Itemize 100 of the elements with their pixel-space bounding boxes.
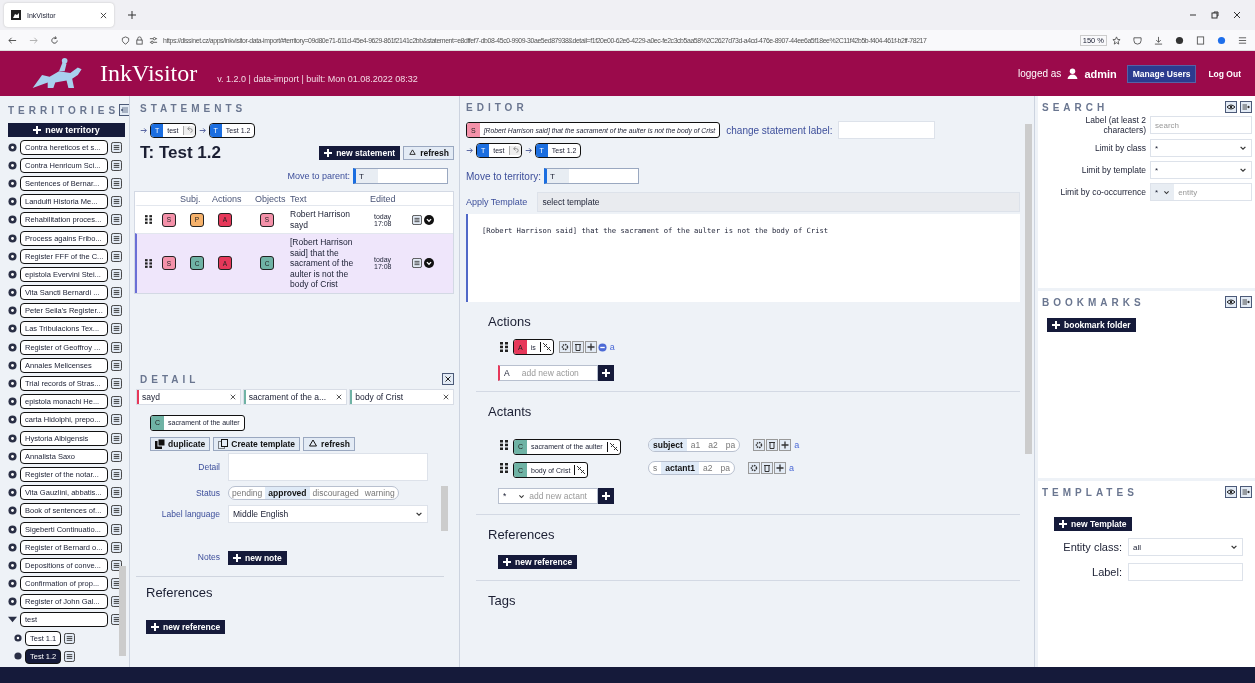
new-reference-button[interactable]: new reference	[146, 619, 226, 634]
position-option[interactable]: s	[649, 462, 662, 475]
drag-handle-icon[interactable]	[500, 463, 508, 474]
co-occurrence-field[interactable]: * entity	[1150, 183, 1252, 201]
collapsed-circle-icon[interactable]	[8, 506, 17, 516]
new-reference-button[interactable]: new reference	[498, 555, 578, 569]
unlink-icon[interactable]	[574, 465, 588, 475]
document-icon[interactable]	[111, 341, 122, 353]
collapsed-circle-icon[interactable]	[8, 469, 17, 479]
collapse-panel-icon[interactable]	[1240, 101, 1252, 113]
chevron-down-icon[interactable]	[1163, 188, 1171, 196]
collapsed-circle-icon[interactable]	[8, 379, 17, 389]
class-select[interactable]: *	[1150, 139, 1252, 157]
collapsed-circle-icon[interactable]	[8, 433, 17, 443]
close-icon[interactable]	[1233, 11, 1241, 19]
template-select[interactable]: *	[1150, 161, 1252, 179]
collapsed-circle-icon[interactable]	[8, 397, 17, 407]
document-icon[interactable]	[111, 541, 122, 553]
expand-circle-icon[interactable]	[424, 214, 434, 225]
minus-circle-icon[interactable]	[597, 342, 607, 352]
plus-icon[interactable]	[779, 438, 792, 451]
drag-handle-icon[interactable]	[145, 215, 152, 224]
pocket-icon[interactable]	[1133, 35, 1142, 45]
add-action-field[interactable]: A add new action	[498, 365, 598, 381]
document-icon[interactable]	[111, 523, 122, 535]
scrollbar[interactable]	[1025, 124, 1032, 454]
back-icon[interactable]	[8, 35, 17, 45]
close-icon[interactable]	[442, 373, 454, 385]
territory-field[interactable]: T	[544, 168, 640, 184]
account-icon[interactable]	[1217, 35, 1226, 45]
collapsed-circle-icon[interactable]	[8, 360, 17, 370]
settings-icon[interactable]	[149, 35, 158, 45]
collapsed-circle-icon[interactable]	[8, 215, 17, 225]
document-icon[interactable]	[111, 414, 122, 426]
add-button[interactable]	[598, 488, 614, 504]
document-icon[interactable]	[111, 196, 122, 208]
collapse-panel-icon[interactable]	[1240, 486, 1252, 498]
menu-icon[interactable]	[1238, 35, 1247, 45]
user-name[interactable]: admin	[1084, 67, 1117, 80]
position-option[interactable]: pa	[721, 438, 740, 451]
close-icon[interactable]	[229, 394, 236, 400]
lock-icon[interactable]	[135, 35, 144, 45]
extension-icon[interactable]	[1175, 35, 1184, 45]
scrollbar[interactable]	[119, 566, 126, 656]
position-option[interactable]: a2	[699, 462, 717, 475]
header-button[interactable]: Manage Users	[1126, 64, 1197, 83]
bookmark-folder-button[interactable]: bookmark folder	[1047, 318, 1136, 332]
collapsed-circle-icon[interactable]	[8, 597, 17, 607]
document-icon[interactable]	[412, 214, 422, 225]
unlink-icon[interactable]	[606, 441, 620, 452]
drag-handle-icon[interactable]	[145, 258, 152, 268]
detail-field[interactable]	[228, 452, 428, 481]
document-icon[interactable]	[111, 505, 122, 517]
detail-tab[interactable]: sayd	[136, 389, 241, 405]
shield-icon[interactable]	[121, 35, 130, 45]
document-icon[interactable]	[111, 359, 122, 371]
scrollbar[interactable]	[441, 485, 448, 531]
language-select[interactable]: Middle English	[228, 504, 428, 523]
document-icon[interactable]	[111, 487, 122, 499]
document-icon[interactable]	[111, 214, 122, 226]
position-option[interactable]: a1	[686, 438, 705, 451]
document-icon[interactable]	[111, 232, 122, 244]
drag-handle-icon[interactable]	[500, 342, 508, 352]
reload-icon[interactable]	[50, 35, 59, 45]
document-icon[interactable]	[111, 396, 122, 408]
collapsed-circle-icon[interactable]	[8, 178, 17, 188]
position-option[interactable]: actant1	[661, 462, 699, 475]
detail-tab[interactable]: sacrament of the a...	[242, 389, 348, 405]
collapsed-circle-icon[interactable]	[8, 415, 17, 425]
download-icon[interactable]	[1154, 35, 1163, 45]
plus-icon[interactable]	[773, 462, 786, 475]
position-option[interactable]: pa	[716, 462, 734, 475]
document-icon[interactable]	[64, 632, 76, 644]
collapsed-circle-icon[interactable]	[8, 324, 17, 334]
close-icon[interactable]	[443, 394, 449, 400]
refresh-button[interactable]: refresh	[303, 436, 355, 451]
gear-icon[interactable]	[747, 462, 760, 475]
eye-icon[interactable]	[1225, 101, 1237, 113]
document-icon[interactable]	[111, 305, 122, 317]
document-icon[interactable]	[111, 450, 122, 462]
new-note-button[interactable]: new note	[228, 550, 287, 565]
document-icon[interactable]	[111, 141, 122, 153]
document-icon[interactable]	[64, 650, 76, 662]
template-select[interactable]: select template	[537, 192, 1020, 212]
collapsed-circle-icon[interactable]	[8, 542, 17, 552]
eye-icon[interactable]	[1225, 486, 1237, 498]
document-icon[interactable]	[111, 159, 122, 171]
document-icon[interactable]	[111, 250, 122, 262]
document-icon[interactable]	[111, 468, 122, 480]
collapse-panel-icon[interactable]	[119, 104, 129, 116]
new-territory-button[interactable]: new territory	[8, 123, 125, 137]
drag-handle-icon[interactable]	[500, 439, 508, 450]
status-option[interactable]: warning	[361, 486, 398, 499]
plus-icon[interactable]	[128, 11, 136, 19]
position-option[interactable]: subject	[649, 438, 687, 451]
close-icon[interactable]	[100, 11, 107, 19]
collapsed-circle-icon[interactable]	[8, 251, 17, 261]
gear-icon[interactable]	[558, 341, 571, 353]
restore-icon[interactable]	[1211, 11, 1219, 19]
minimize-icon[interactable]	[1189, 11, 1197, 19]
